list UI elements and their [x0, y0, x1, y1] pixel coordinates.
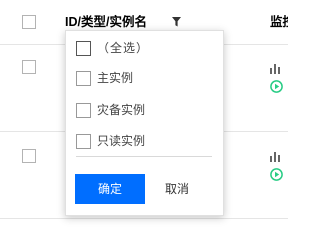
confirm-button[interactable]: 确定	[75, 174, 145, 204]
column-header-id-type-name: ID/类型/实例名	[65, 15, 147, 29]
option-checkbox[interactable]	[76, 133, 91, 149]
option-checkbox[interactable]	[76, 102, 91, 118]
filter-option-disaster-recovery-instance[interactable]: 灾备实例	[76, 101, 145, 119]
row-checkbox[interactable]	[22, 60, 36, 74]
filter-dropdown: （全选） 主实例 灾备实例 只读实例 确定 取消	[65, 30, 224, 216]
column-header-monitor: 监控	[270, 15, 288, 29]
row-checkbox[interactable]	[22, 149, 36, 163]
option-label: （全选）	[97, 41, 150, 55]
cancel-button[interactable]: 取消	[149, 174, 205, 204]
filter-icon[interactable]	[172, 17, 181, 27]
instance-table-view: ID/类型/实例名 监控	[0, 0, 288, 229]
play-circle-icon[interactable]	[270, 80, 283, 93]
filter-option-select-all[interactable]: （全选）	[76, 39, 149, 57]
option-checkbox[interactable]	[76, 40, 91, 56]
play-circle-icon[interactable]	[270, 168, 283, 181]
filter-option-primary-instance[interactable]: 主实例	[76, 69, 133, 87]
option-checkbox[interactable]	[76, 70, 91, 86]
select-all-checkbox[interactable]	[22, 15, 36, 29]
option-label: 主实例	[97, 71, 134, 85]
bar-chart-icon[interactable]	[270, 64, 282, 74]
option-label: 只读实例	[97, 134, 146, 148]
filter-option-read-only-instance[interactable]: 只读实例	[76, 132, 145, 150]
option-label: 灾备实例	[97, 103, 146, 117]
bar-chart-icon[interactable]	[270, 152, 282, 162]
divider	[76, 156, 212, 157]
